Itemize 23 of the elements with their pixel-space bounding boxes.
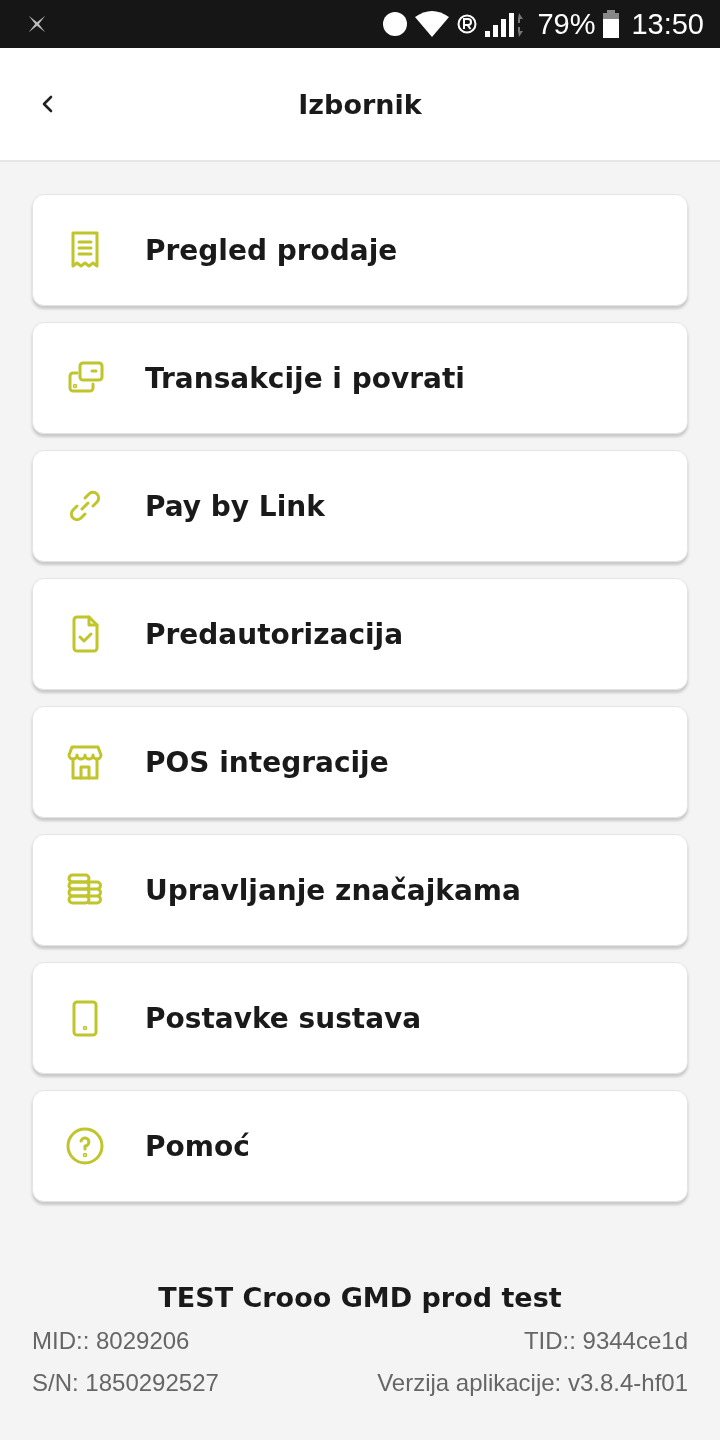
help-icon (65, 1126, 105, 1166)
menu-item[interactable]: Pay by Link (32, 450, 688, 562)
terminal-id: TID:: 9344ce1d (523, 1327, 688, 1355)
roaming-icon (457, 14, 478, 34)
menu-item[interactable]: Predautorizacija (32, 578, 688, 690)
menu-item[interactable]: Pregled prodaje (32, 194, 688, 306)
menu-item[interactable]: POS integracije (32, 706, 688, 818)
merchant-name: TEST Crooo GMD prod test (158, 1282, 562, 1313)
serial-number: S/N: 1850292527 (32, 1369, 219, 1397)
app-version: Verzija aplikacije: v3.8.4-hf01 (377, 1369, 688, 1397)
dot-icon (383, 12, 408, 36)
menu-item[interactable]: Pomoć (32, 1090, 688, 1202)
signal-icon (485, 11, 526, 37)
clock: 13:50 (631, 7, 704, 41)
battery-icon (603, 10, 620, 38)
menu-item[interactable]: Postavke sustava (32, 962, 688, 1074)
merchant-id: MID:: 8029206 (32, 1327, 190, 1355)
battery-percent: 79% (537, 7, 596, 41)
wifi-icon (415, 11, 450, 37)
page-title: Izbornik (298, 88, 422, 120)
menu-item[interactable]: Upravljanje značajkama (32, 834, 688, 946)
app-logo-icon (26, 13, 48, 35)
menu-item[interactable]: Transakcije i povrati (32, 322, 688, 434)
